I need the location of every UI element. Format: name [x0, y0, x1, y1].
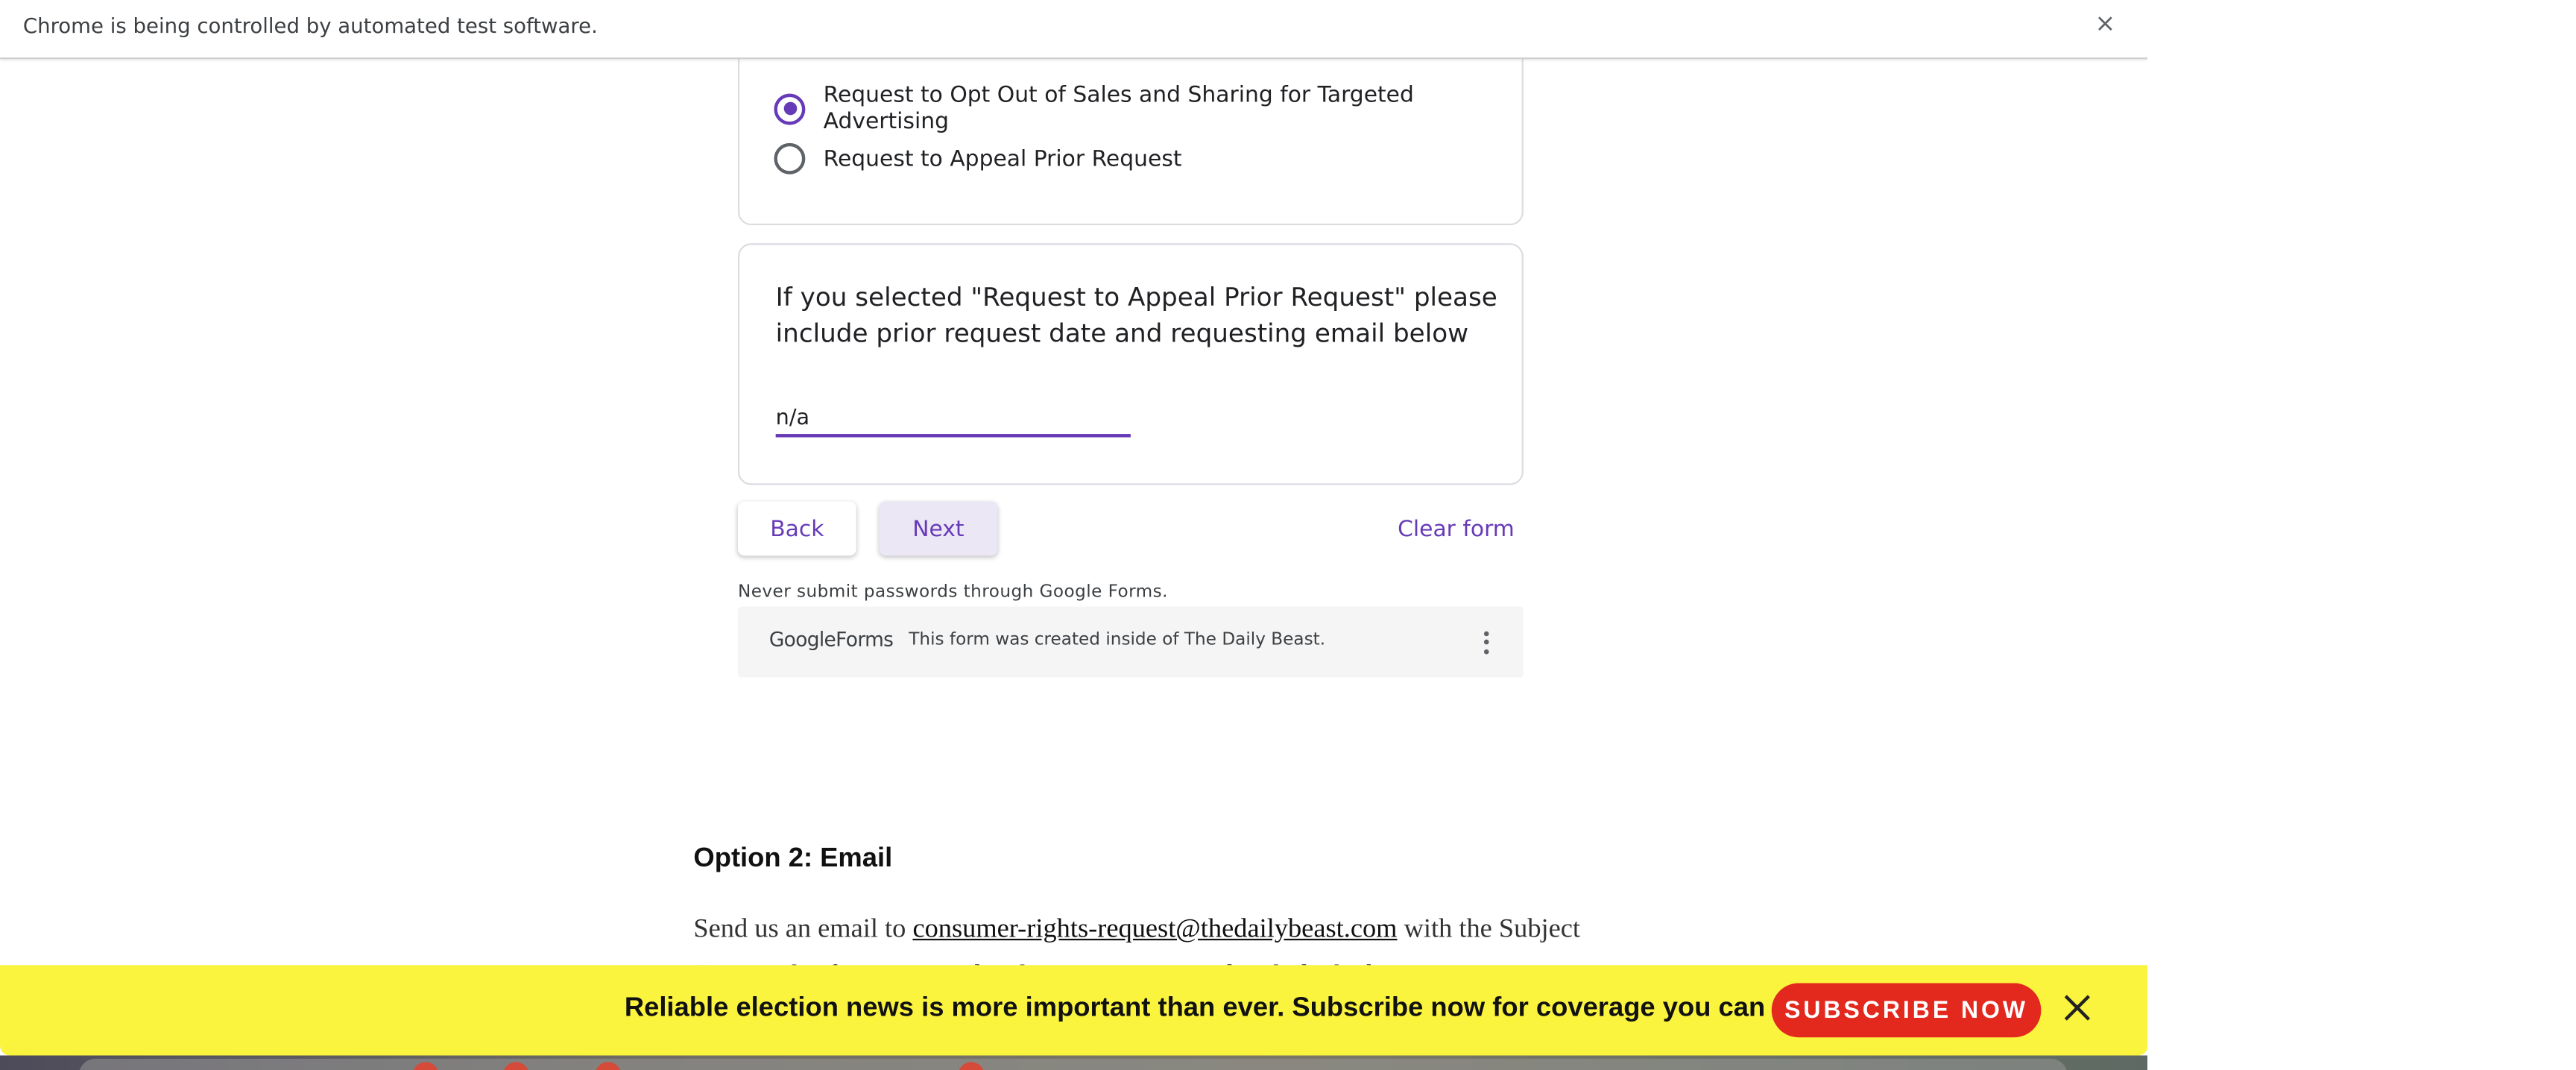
radio-button[interactable] [774, 142, 806, 174]
radio-label: Request to Appeal Prior Request [823, 145, 1182, 172]
subscribe-banner: Reliable election news is more important… [0, 965, 2148, 1056]
browser-viewport: Chrome is being controlled by automated … [0, 0, 2148, 1070]
close-icon[interactable]: × [2092, 10, 2118, 36]
blank-area [2147, 0, 2576, 1070]
radio-label: Request to Opt Out of Sales and Sharing … [823, 82, 1414, 135]
more-vert-icon[interactable] [1479, 628, 1492, 658]
google-forms-footer: GoogleForms This form was created inside… [737, 606, 1524, 678]
password-warning: Never submit passwords through Google Fo… [737, 582, 1168, 602]
appeal-details-card: If you selected "Request to Appeal Prior… [737, 243, 1524, 485]
request-type-card: Request to Opt Out of Sales and Sharing … [737, 33, 1524, 226]
back-button[interactable]: Back [737, 501, 856, 556]
next-button[interactable]: Next [879, 501, 998, 556]
dock [78, 1058, 2068, 1070]
radio-option-opt-out[interactable]: Request to Opt Out of Sales and Sharing … [774, 82, 1521, 135]
close-icon[interactable] [2062, 993, 2092, 1023]
google-forms-logo[interactable]: GoogleForms [769, 628, 894, 651]
question-title: If you selected "Request to Appeal Prior… [775, 283, 1497, 349]
infobar-text: Chrome is being controlled by automated … [22, 13, 598, 38]
banner-text: Reliable election news is more important… [624, 992, 1895, 1023]
section-heading: Option 2: Email [693, 843, 893, 873]
radio-option-appeal[interactable]: Request to Appeal Prior Request [774, 142, 1182, 174]
automation-infobar: Chrome is being controlled by automated … [0, 0, 2148, 60]
answer-input[interactable] [775, 403, 1131, 438]
email-link[interactable]: consumer-rights-request@thedailybeast.co… [912, 913, 1397, 944]
clear-form-button[interactable]: Clear form [1390, 501, 1521, 556]
paragraph-text: Send us an email to [693, 912, 913, 944]
subscribe-now-button[interactable]: SUBSCRIBE NOW [1771, 983, 2042, 1038]
form-created-note: This form was created inside of The Dail… [909, 629, 1326, 649]
radio-button-checked[interactable] [774, 92, 806, 125]
